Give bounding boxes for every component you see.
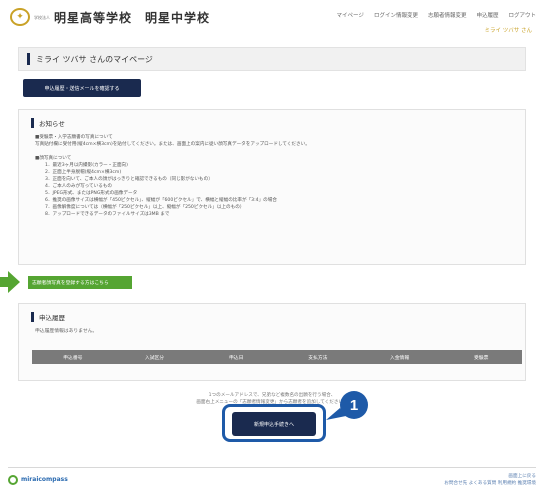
col-exam-category: 入試区分	[144, 355, 165, 361]
nav-applicant-info[interactable]: 志願者情報変更	[428, 11, 467, 19]
col-payment-method: 支払方法	[308, 355, 328, 361]
nav-mypage[interactable]: マイページ	[337, 11, 364, 19]
notice-line: 8．アップロードできるデータのファイルサイズは3MB まで	[45, 212, 170, 217]
confirm-history-button[interactable]: 申込履歴・送信メールを確認する	[23, 79, 141, 97]
school-name: 明星高等学校 明星中学校	[54, 10, 211, 25]
notice-line: ■顔写真について	[35, 156, 72, 161]
col-admission-ticket: 受験票	[473, 355, 489, 361]
footer: miraicompass 画面上に戻る お問合せ先 よくある質問 利用規約 推奨…	[8, 467, 536, 491]
page-title-bar: ミライ ツバサ さんのマイページ	[18, 47, 526, 71]
col-application-no: 申込番号	[63, 355, 83, 361]
notice-heading: お知らせ	[39, 120, 65, 128]
nav-history[interactable]: 申込履歴	[476, 11, 498, 19]
footer-link-contact[interactable]: お問合せ先	[444, 481, 467, 486]
notice-line: 4．ご本人のみが写っているもの	[45, 184, 113, 189]
notice-line	[35, 148, 525, 155]
page-title: ミライ ツバサ さんのマイページ	[36, 54, 153, 64]
history-heading: 申込履歴	[39, 314, 65, 322]
miraicompass-icon	[8, 474, 18, 485]
page: ✦ 学校法人 明星高等学校 明星中学校 マイページ ログイン情報変更 志願者情報…	[0, 0, 544, 498]
note-line: 1つのメールアドレスで、兄弟など複数名の出願を行う場合、	[208, 393, 336, 398]
photo-register-link[interactable]: 志願者顔写真を登録する方はこちら	[28, 276, 132, 289]
school-logo[interactable]: ✦ 学校法人 明星高等学校 明星中学校	[10, 8, 210, 26]
history-table-header: 申込番号 入試区分 申込日 支払方法 入金情報 受験票	[32, 350, 522, 364]
footer-logo-text: miraicompass	[21, 476, 68, 483]
notice-line: 2．正面上半身脱帽(縦4cm×横3cm)	[45, 170, 122, 175]
footer-link-env[interactable]: 推奨環境	[518, 481, 536, 486]
notice-panel: お知らせ ■受験票・入学志願書の写真について 写真貼付欄に受付用(縦4cm×横3…	[18, 109, 526, 265]
user-name: ミライ ツバサ さん	[484, 28, 533, 34]
footer-links: 画面上に戻る お問合せ先 よくある質問 利用規約 推奨環境	[444, 473, 536, 487]
notice-line: 6．推奨の画像サイズは横幅が「450ピクセル」、縦幅が「600ピクセル」で、横幅…	[45, 198, 277, 203]
title-accent	[27, 53, 30, 65]
notice-line: ■受験票・入学志願書の写真について	[35, 135, 113, 140]
callout-badge: 1	[326, 391, 368, 420]
history-header: 申込履歴	[19, 304, 525, 322]
footer-link-faq[interactable]: よくある質問	[469, 481, 497, 486]
callout-number: 1	[350, 397, 358, 414]
nav-login-info[interactable]: ログイン情報変更	[374, 11, 418, 19]
school-sub-label: 学校法人	[34, 14, 50, 20]
notice-line: 7．画像解像度については（横幅が「250ピクセル」以上、縦幅が「250ピクセル」…	[45, 205, 245, 210]
school-emblem-icon: ✦	[10, 8, 30, 26]
notice-line: 写真貼付欄に受付用(縦4cm×横3cm)を貼付してください。または、画面上の案内…	[35, 142, 310, 147]
footer-link-terms[interactable]: 利用規約	[498, 481, 516, 486]
notice-line: 3．正面を向いて、ご本人の顔がはっきりと確認できるもの（同じ影がないもの）	[45, 177, 213, 182]
history-accent	[31, 312, 34, 322]
notice-accent	[31, 118, 34, 128]
notice-header: お知らせ	[19, 110, 525, 128]
notice-body: ■受験票・入学志願書の写真について 写真貼付欄に受付用(縦4cm×横3cm)を貼…	[19, 128, 525, 218]
nav-logout[interactable]: ログアウト	[508, 11, 536, 19]
notice-line: 5．JPEG形式、またはPNG形式の画像データ	[45, 191, 138, 196]
notice-line: 1．最近3ヶ月以内撮影(カラー・正面向)	[45, 163, 128, 168]
miraicompass-logo: miraicompass	[8, 474, 68, 485]
green-arrow-icon	[0, 271, 20, 293]
back-to-top-link[interactable]: 画面上に戻る	[444, 473, 536, 480]
header: ✦ 学校法人 明星高等学校 明星中学校 マイページ ログイン情報変更 志願者情報…	[10, 6, 536, 40]
col-apply-date: 申込日	[228, 355, 244, 361]
top-nav: マイページ ログイン情報変更 志願者情報変更 申込履歴 ログアウト	[337, 11, 536, 19]
history-panel: 申込履歴 申込履歴情報はありません。 申込番号 入試区分 申込日 支払方法 入金…	[18, 303, 526, 381]
history-empty-text: 申込履歴情報はありません。	[35, 329, 98, 334]
col-payment-info: 入金情報	[389, 355, 410, 361]
new-application-button[interactable]: 新規申込手続きへ	[232, 412, 316, 436]
